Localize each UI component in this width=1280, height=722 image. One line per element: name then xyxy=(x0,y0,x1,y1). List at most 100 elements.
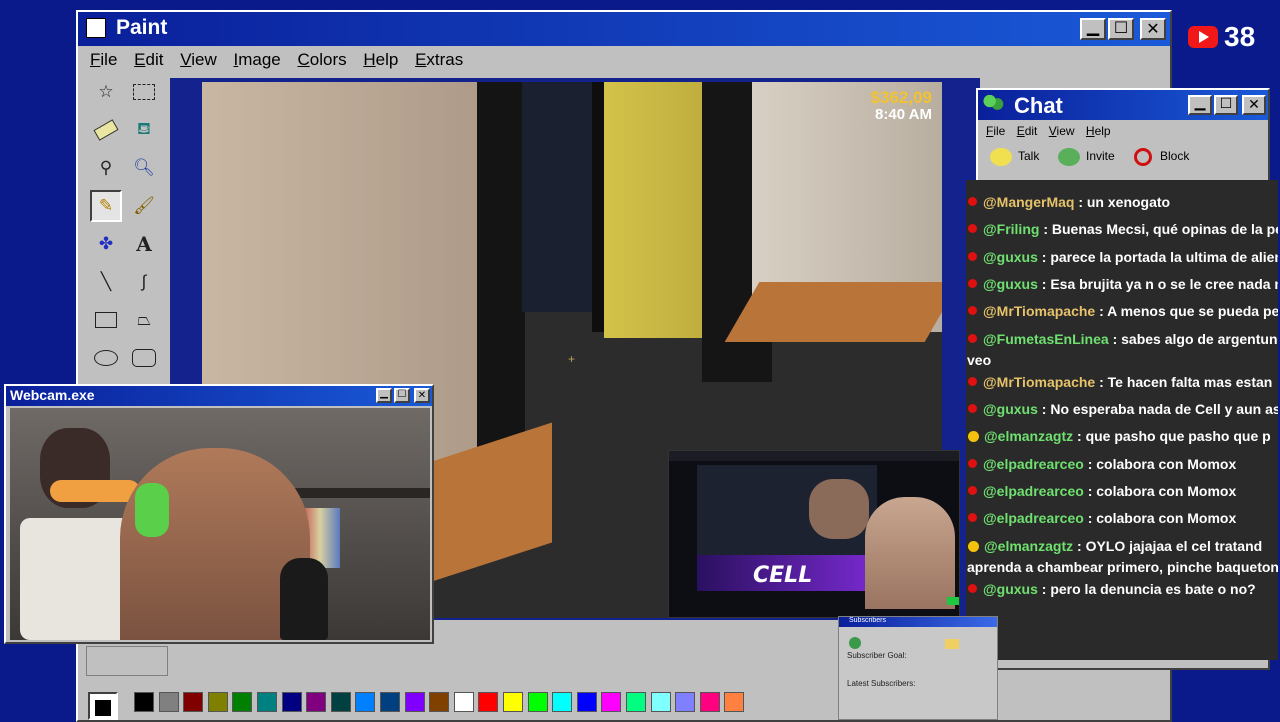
chat-message: @MangerMaq : un xenogato xyxy=(968,194,1170,210)
rounded-rect-icon[interactable] xyxy=(128,342,160,374)
youtube-badge-icon xyxy=(968,486,977,495)
webcam-titlebar[interactable]: Webcam.exe ▁ ☐ ✕ xyxy=(6,386,432,406)
talk-button[interactable]: Talk xyxy=(990,148,1039,166)
magnifier-icon[interactable]: 🔍︎ xyxy=(128,152,160,184)
menu-help[interactable]: Help xyxy=(363,50,398,70)
chat-username[interactable]: @guxus xyxy=(983,401,1038,417)
close-button[interactable]: ✕ xyxy=(1140,18,1166,40)
palette-swatch[interactable] xyxy=(257,692,277,712)
chat-menu-view[interactable]: View xyxy=(1049,124,1075,138)
chat-maximize-button[interactable]: ☐ xyxy=(1214,95,1238,115)
embedded-stream: CELL xyxy=(668,450,960,618)
chat-menu-help[interactable]: Help xyxy=(1086,124,1111,138)
palette-swatch[interactable] xyxy=(404,692,425,712)
palette-swatch[interactable] xyxy=(281,692,302,712)
palette-swatch[interactable] xyxy=(576,692,597,712)
chat-text: : parece la portada la ultima de alien xyxy=(1037,248,1278,265)
palette-swatch[interactable] xyxy=(699,692,720,712)
menu-image[interactable]: Image xyxy=(233,50,280,70)
palette-swatch[interactable] xyxy=(724,692,745,712)
chat-message: @MrTiomapache : A menos que se pueda pe xyxy=(968,303,1278,319)
chat-username[interactable]: @guxus xyxy=(983,249,1038,265)
pencil-icon[interactable]: ✎ xyxy=(90,190,122,222)
floor-trim-right xyxy=(724,282,942,342)
chat-username[interactable]: @guxus xyxy=(983,276,1038,292)
palette-swatch[interactable] xyxy=(503,692,523,712)
chat-username[interactable]: @elpadrearceo xyxy=(983,483,1084,499)
palette-swatch[interactable] xyxy=(453,692,474,712)
chat-text: : Esa brujita ya n o se le cree nada m xyxy=(1037,275,1278,292)
menu-view[interactable]: View xyxy=(180,50,217,70)
chat-username[interactable]: @guxus xyxy=(983,581,1038,597)
chat-minimize-button[interactable]: ▁ xyxy=(1188,95,1212,115)
chat-close-button[interactable]: ✕ xyxy=(1242,95,1266,115)
youtube-badge-icon xyxy=(968,404,977,414)
current-colors xyxy=(88,692,118,720)
embed-cell-logo: CELL xyxy=(753,563,813,588)
paint-titlebar[interactable]: Paint ▁ ☐ ✕ xyxy=(78,12,1170,46)
chat-username[interactable]: @elpadrearceo xyxy=(983,456,1084,472)
palette-swatch[interactable] xyxy=(232,692,253,712)
menu-file[interactable]: File xyxy=(90,50,117,70)
embed-green-badge xyxy=(947,597,959,605)
chat-menu-file[interactable]: File xyxy=(986,124,1005,138)
webcam-window: Webcam.exe ▁ ☐ ✕ xyxy=(4,384,434,644)
curve-icon[interactable]: ∫ xyxy=(128,266,160,298)
palette-swatch[interactable] xyxy=(552,692,573,712)
palette-swatch[interactable] xyxy=(626,692,646,712)
text-icon[interactable]: A xyxy=(128,228,160,260)
ellipse-icon[interactable] xyxy=(90,342,122,374)
airbrush-icon[interactable]: ✤ xyxy=(90,228,122,260)
free-select-icon[interactable]: ☆ xyxy=(90,76,122,108)
palette-swatch[interactable] xyxy=(601,692,622,712)
webcam-minimize-button[interactable]: ▁ xyxy=(376,388,392,403)
chat-username[interactable]: @elpadrearceo xyxy=(983,510,1084,526)
line-icon[interactable]: ╲ xyxy=(90,266,122,298)
chat-message: @elpadrearceo : colabora con Momox xyxy=(968,483,1236,499)
rect-select-icon[interactable] xyxy=(128,76,160,108)
brush-icon[interactable]: 🖌︎ xyxy=(128,190,160,222)
microphone xyxy=(280,558,328,640)
palette-swatch[interactable] xyxy=(134,692,154,712)
chat-titlebar[interactable]: Chat ▁ ☐ ✕ xyxy=(978,90,1268,120)
youtube-icon xyxy=(1188,26,1218,48)
palette-swatch[interactable] xyxy=(380,692,400,712)
polygon-icon[interactable]: ⏢ xyxy=(128,304,160,336)
palette-swatch[interactable] xyxy=(650,692,671,712)
menu-extras[interactable]: Extras xyxy=(415,50,463,70)
palette-swatch[interactable] xyxy=(306,692,327,712)
palette-swatch[interactable] xyxy=(355,692,376,712)
chat-username[interactable]: @MangerMaq xyxy=(983,194,1074,210)
maximize-button[interactable]: ☐ xyxy=(1108,18,1134,40)
palette-swatch[interactable] xyxy=(675,692,696,712)
chat-username[interactable]: @MrTiomapache xyxy=(983,303,1095,319)
minimize-button[interactable]: ▁ xyxy=(1080,18,1106,40)
palette-swatch[interactable] xyxy=(207,692,228,712)
menu-edit[interactable]: Edit xyxy=(134,50,163,70)
palette-swatch[interactable] xyxy=(183,692,204,712)
palette-swatch[interactable] xyxy=(158,692,179,712)
chat-username[interactable]: @elmanzagtz xyxy=(984,538,1073,554)
palette-swatch[interactable] xyxy=(527,692,548,712)
fill-bucket-icon[interactable]: ⛾ xyxy=(128,114,160,146)
fruit-bowl xyxy=(50,480,140,502)
block-button[interactable]: Block xyxy=(1134,148,1189,166)
eraser-icon[interactable] xyxy=(90,114,122,146)
invite-icon xyxy=(1058,148,1080,166)
palette-swatch[interactable] xyxy=(429,692,450,712)
webcam-maximize-button[interactable]: ☐ xyxy=(394,388,410,403)
chat-username[interactable]: @FumetasEnLinea xyxy=(983,331,1109,347)
rectangle-icon[interactable] xyxy=(90,304,122,336)
webcam-close-button[interactable]: ✕ xyxy=(414,388,430,403)
block-icon xyxy=(1134,148,1152,166)
palette-swatch[interactable] xyxy=(330,692,351,712)
talk-icon xyxy=(990,148,1012,166)
chat-menu-edit[interactable]: Edit xyxy=(1017,124,1038,138)
color-picker-icon[interactable]: ⚲ xyxy=(90,152,122,184)
invite-button[interactable]: Invite xyxy=(1058,148,1115,166)
chat-username[interactable]: @MrTiomapache xyxy=(983,374,1095,390)
chat-username[interactable]: @elmanzagtz xyxy=(984,428,1073,444)
palette-swatch[interactable] xyxy=(478,692,499,712)
chat-username[interactable]: @Friling xyxy=(983,221,1039,237)
menu-colors[interactable]: Colors xyxy=(297,50,346,70)
